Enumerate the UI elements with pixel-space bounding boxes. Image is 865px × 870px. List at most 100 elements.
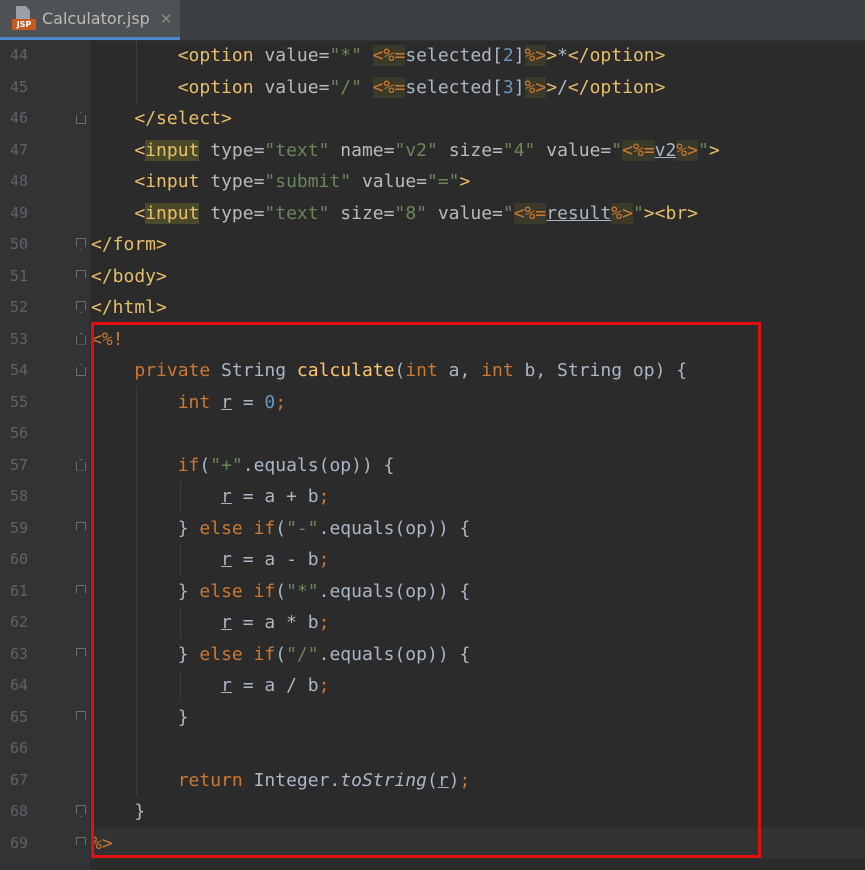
fold-icon[interactable] [76,521,86,534]
code-line: r = a / b; [91,670,865,702]
line-number: 49 [9,203,28,222]
code-token: r [437,769,449,791]
gutter-line: 53 [0,324,90,356]
code-editor[interactable]: <option value="*" <%=selected[2]%>>*</op… [91,40,865,870]
line-number: 64 [9,676,28,694]
fold-icon[interactable] [76,301,86,313]
code-token: } [177,706,189,728]
code-token: value= [264,45,330,66]
code-token: "8" [394,202,427,224]
code-token: .equals(op)) { [318,517,471,539]
code-token: > [546,76,558,98]
code-token: .equals(op)) { [318,643,471,665]
code-token: "*" [286,580,319,602]
fold-icon[interactable] [76,269,86,282]
code-line: r = a + b; [91,481,865,513]
fold-icon[interactable] [76,647,86,660]
code-line: <option value="/" <%=selected[3]%>>/</op… [91,72,865,104]
code-line: } else if("/".equals(op)) { [91,639,865,671]
code-token: "submit" [264,171,352,192]
code-token: toString [340,769,427,791]
code-line: %> [91,827,865,859]
code-line: <option value="*" <%=selected[2]%>>*</op… [91,40,865,72]
gutter-line: 60 [0,544,90,576]
code-token: calculate [296,360,395,381]
code-line: <input type="text" name="v2" size="4" va… [91,135,865,167]
fold-icon[interactable] [76,584,86,597]
tab-calculator-jsp[interactable]: JSP Calculator.jsp ✕ [0,0,180,40]
code-token: < [134,202,146,224]
code-token: %> [91,832,113,854]
code-token: </form> [91,234,167,255]
line-number: 46 [9,109,28,127]
code-token: "text" [264,202,330,224]
code-token: </html> [91,297,167,318]
line-number: 59 [9,518,28,537]
code-token: selected[ [405,45,503,66]
code-token: <%= [513,202,547,224]
code-line: } else if("-".equals(op)) { [91,513,865,545]
line-number: 54 [9,361,28,379]
code-token: 2 [502,45,514,66]
fold-icon[interactable] [76,710,86,723]
gutter-line: 57 [0,450,90,482]
code-line: int r = 0; [91,387,865,419]
code-token: int [177,391,211,413]
code-token: "4" [502,139,536,161]
code-token: "/" [286,643,319,665]
code-token: .equals(op)) { [318,580,471,602]
code-token: "/" [329,76,362,98]
gutter-line: 68 [0,796,90,828]
code-token: type= [210,139,265,161]
code-token: } [134,801,146,822]
fold-icon[interactable] [76,364,86,376]
code-token: "v2" [394,139,438,161]
line-number-gutter: 44 45 46 47 48 49 50 51 52 53 54 55 56 57 58 59 60 61 62 63… [0,40,90,870]
code-line: </html> [91,292,865,324]
code-token: <input [134,171,200,192]
code-token: r [221,391,232,413]
fold-icon[interactable] [76,836,86,849]
code-token: %> [524,45,547,66]
code-token: String [210,360,297,381]
code-line: r = a - b; [91,544,865,576]
line-number: 61 [9,581,28,600]
line-number: 58 [9,487,28,505]
code-line: <input type="submit" value="="> [91,166,865,198]
code-line: } [91,702,865,734]
line-number: 60 [9,550,28,568]
code-token: </option> [567,76,666,98]
code-token: int [481,360,514,381]
gutter-line: 49 [0,198,90,230]
gutter-line: 46 [0,103,90,135]
code-token: a, [437,360,482,381]
code-token: r [221,549,232,570]
code-token: </body> [91,265,167,287]
code-token: Integer. [242,769,341,791]
code-token: <%= [622,139,655,161]
code-token: > [546,45,558,66]
code-token: 3 [502,76,514,98]
fold-icon[interactable] [76,238,86,250]
gutter-line: 48 [0,166,90,198]
fold-icon[interactable] [76,332,86,345]
line-number: 45 [9,77,28,96]
fold-icon[interactable] [76,805,86,817]
code-token: <%! [91,328,124,350]
code-token: else if [199,643,276,665]
line-number: 62 [9,613,28,631]
code-token: ( [426,769,438,791]
close-icon[interactable]: ✕ [160,10,173,28]
code-token: = a - b [231,549,319,570]
fold-icon[interactable] [76,458,86,471]
line-number: 48 [9,172,28,190]
code-token: 0 [264,391,276,413]
code-token: * [557,45,568,66]
fold-icon[interactable] [76,112,86,124]
code-token: <option [177,76,254,98]
